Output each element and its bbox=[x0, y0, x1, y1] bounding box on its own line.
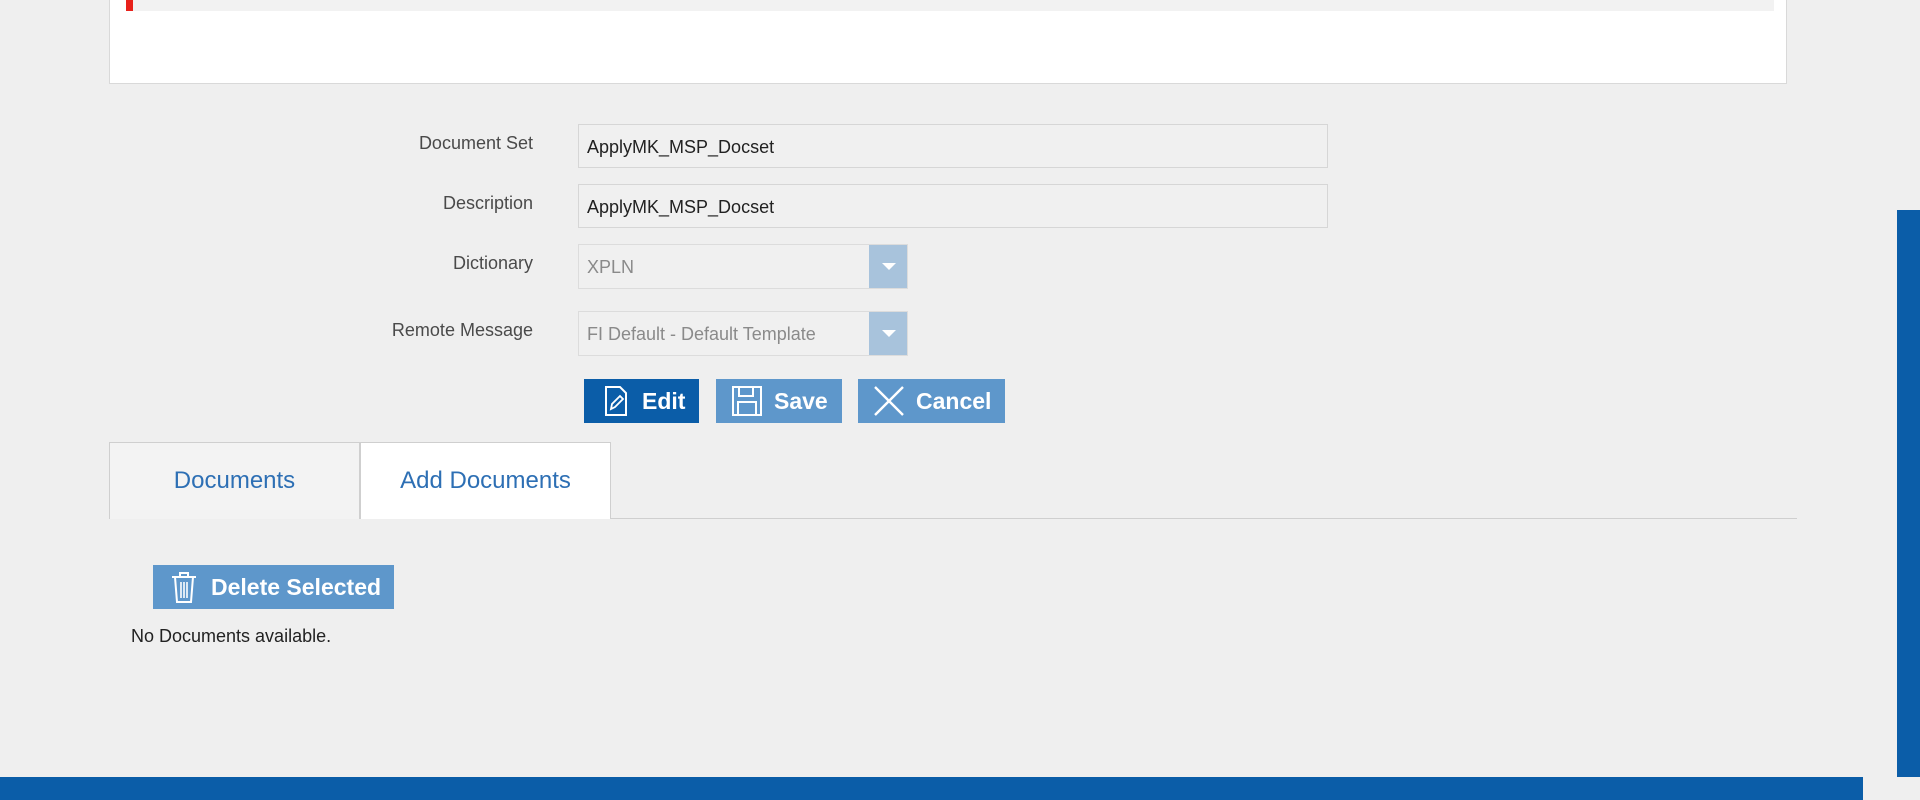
footer-bar bbox=[0, 777, 1863, 800]
chevron-down-icon[interactable] bbox=[869, 312, 907, 355]
edit-button[interactable]: Edit bbox=[584, 379, 699, 423]
tab-documents[interactable]: Documents bbox=[109, 442, 360, 519]
delete-selected-label: Delete Selected bbox=[211, 573, 382, 600]
chevron-down-icon[interactable] bbox=[869, 245, 907, 288]
edit-icon bbox=[605, 386, 627, 416]
dictionary-select[interactable]: XPLN bbox=[578, 244, 908, 289]
save-icon bbox=[732, 386, 762, 416]
trash-icon bbox=[172, 572, 196, 603]
remote-message-select[interactable]: FI Default - Default Template bbox=[578, 311, 908, 356]
description-field[interactable]: ApplyMK_MSP_Docset bbox=[578, 184, 1328, 228]
cancel-button-label: Cancel bbox=[916, 387, 992, 414]
delete-selected-button[interactable]: Delete Selected bbox=[153, 565, 394, 609]
document-set-field[interactable]: ApplyMK_MSP_Docset bbox=[578, 124, 1328, 168]
save-button[interactable]: Save bbox=[716, 379, 842, 423]
document-set-label: Document Set bbox=[418, 133, 533, 153]
top-panel bbox=[109, 0, 1787, 84]
tab-add-documents[interactable]: Add Documents bbox=[360, 442, 611, 519]
dictionary-label: Dictionary bbox=[452, 253, 533, 273]
remote-message-label: Remote Message bbox=[391, 320, 533, 340]
alert-marker bbox=[126, 0, 133, 11]
description-label: Description bbox=[442, 193, 533, 213]
tab-add-documents-label: Add Documents bbox=[400, 467, 571, 494]
cancel-button[interactable]: Cancel bbox=[858, 379, 1005, 423]
tab-documents-label: Documents bbox=[173, 467, 296, 494]
save-button-label: Save bbox=[774, 387, 828, 414]
remote-message-selected-value: FI Default - Default Template bbox=[587, 324, 816, 344]
dictionary-selected-value: XPLN bbox=[587, 257, 635, 277]
close-icon bbox=[874, 386, 904, 416]
edit-button-label: Edit bbox=[642, 387, 686, 414]
empty-documents-message: No Documents available. bbox=[131, 626, 332, 646]
scrollbar[interactable] bbox=[1897, 210, 1920, 777]
panel-top-bar bbox=[126, 0, 1774, 11]
